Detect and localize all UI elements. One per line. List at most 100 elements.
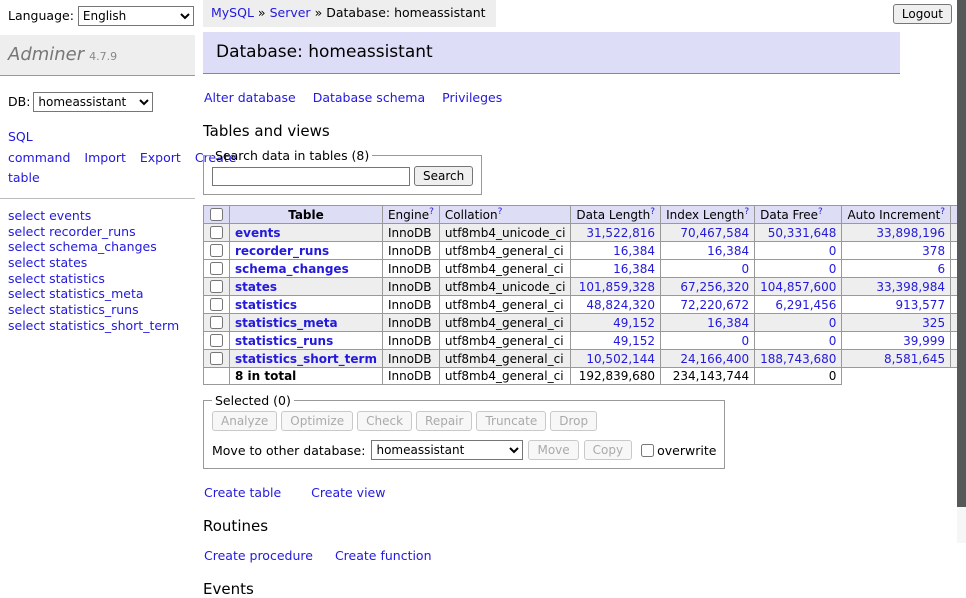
- table-name-link[interactable]: schema_changes: [235, 262, 349, 276]
- table-name-link[interactable]: statistics_runs: [235, 334, 333, 348]
- help-link[interactable]: ?: [429, 207, 434, 217]
- data-free-cell[interactable]: 50,331,648: [755, 224, 842, 242]
- engine-cell: InnoDB: [382, 350, 439, 368]
- sidebar-table-link[interactable]: select statistics_runs: [8, 302, 187, 318]
- table-name-link[interactable]: events: [235, 226, 281, 240]
- auto-increment-cell[interactable]: 33,398,984: [842, 278, 951, 296]
- routine-link[interactable]: Create function: [335, 548, 432, 563]
- data-length-cell[interactable]: 101,859,328: [571, 278, 661, 296]
- selected-action-button[interactable]: Optimize: [281, 411, 353, 431]
- data-free-cell[interactable]: 188,743,680: [755, 350, 842, 368]
- help-link[interactable]: ?: [744, 207, 749, 217]
- data-free-cell[interactable]: 0: [755, 314, 842, 332]
- sidebar-table-link[interactable]: select states: [8, 255, 187, 271]
- index-length-cell[interactable]: 72,220,672: [661, 296, 755, 314]
- selected-action-button[interactable]: Repair: [416, 411, 472, 431]
- auto-increment-cell[interactable]: 39,999: [842, 332, 951, 350]
- selected-action-button[interactable]: Check: [357, 411, 412, 431]
- breadcrumb-server-link[interactable]: Server: [270, 5, 311, 20]
- overwrite-checkbox[interactable]: [641, 444, 654, 457]
- index-length-cell[interactable]: 16,384: [661, 242, 755, 260]
- data-length-cell[interactable]: 16,384: [571, 260, 661, 278]
- logout-button[interactable]: Logout: [893, 4, 952, 24]
- row-checkbox[interactable]: [210, 316, 223, 329]
- overwrite-label: overwrite: [657, 443, 716, 458]
- row-checkbox[interactable]: [210, 262, 223, 275]
- sidebar-table-link[interactable]: select recorder_runs: [8, 224, 187, 240]
- data-length-cell[interactable]: 31,522,816: [571, 224, 661, 242]
- selected-action-buttons: AnalyzeOptimizeCheckRepairTruncateDrop: [212, 411, 716, 431]
- index-length-cell[interactable]: 67,256,320: [661, 278, 755, 296]
- data-free-cell[interactable]: 0: [755, 260, 842, 278]
- database-nav-link[interactable]: Alter database: [204, 90, 296, 105]
- help-link[interactable]: ?: [940, 207, 945, 217]
- search-button[interactable]: Search: [414, 166, 473, 186]
- data-length-cell[interactable]: 48,824,320: [571, 296, 661, 314]
- sidebar-action-link[interactable]: Export: [140, 150, 181, 165]
- create-link[interactable]: Create table: [204, 485, 281, 500]
- data-free-cell[interactable]: 0: [755, 332, 842, 350]
- help-link[interactable]: ?: [650, 207, 655, 217]
- routine-link[interactable]: Create procedure: [204, 548, 313, 563]
- db-select[interactable]: homeassistant: [33, 92, 153, 112]
- sidebar-table-link[interactable]: select schema_changes: [8, 239, 187, 255]
- row-checkbox[interactable]: [210, 298, 223, 311]
- sidebar-table-link[interactable]: select statistics_short_term: [8, 318, 187, 334]
- auto-increment-cell[interactable]: 6: [842, 260, 951, 278]
- data-free-cell[interactable]: 0: [755, 242, 842, 260]
- select-all-checkbox[interactable]: [210, 208, 223, 221]
- create-link[interactable]: Create view: [311, 485, 385, 500]
- sidebar-table-link[interactable]: select events: [8, 208, 187, 224]
- help-link[interactable]: ?: [818, 207, 823, 217]
- vertical-scrollbar[interactable]: [957, 0, 966, 543]
- selected-action-button[interactable]: Truncate: [476, 411, 546, 431]
- row-checkbox[interactable]: [210, 334, 223, 347]
- index-length-cell[interactable]: 70,467,584: [661, 224, 755, 242]
- index-length-cell[interactable]: 0: [661, 260, 755, 278]
- table-name-link[interactable]: recorder_runs: [235, 244, 329, 258]
- database-nav-link[interactable]: Privileges: [442, 90, 502, 105]
- sidebar-action-link[interactable]: SQL command: [8, 129, 70, 165]
- copy-button[interactable]: Copy: [584, 440, 632, 460]
- data-free-cell[interactable]: 104,857,600: [755, 278, 842, 296]
- data-length-cell[interactable]: 10,502,144: [571, 350, 661, 368]
- scrollbar-thumb[interactable]: [957, 0, 966, 507]
- selected-action-button[interactable]: Analyze: [212, 411, 277, 431]
- total-data-free-cell: 0: [755, 368, 842, 385]
- tables-table: TableEngine?Collation?Data Length?Index …: [203, 205, 966, 385]
- search-input[interactable]: [212, 167, 410, 186]
- data-length-cell[interactable]: 49,152: [571, 332, 661, 350]
- index-length-cell[interactable]: 24,166,400: [661, 350, 755, 368]
- auto-increment-cell[interactable]: 33,898,196: [842, 224, 951, 242]
- language-select[interactable]: English: [78, 6, 194, 26]
- data-length-cell[interactable]: 49,152: [571, 314, 661, 332]
- data-free-cell[interactable]: 6,291,456: [755, 296, 842, 314]
- table-name-link[interactable]: statistics_short_term: [235, 352, 377, 366]
- help-link[interactable]: ?: [498, 207, 503, 217]
- table-name-link[interactable]: statistics: [235, 298, 297, 312]
- row-checkbox[interactable]: [210, 352, 223, 365]
- auto-increment-cell[interactable]: 378: [842, 242, 951, 260]
- auto-increment-cell[interactable]: 913,577: [842, 296, 951, 314]
- sidebar-action-link[interactable]: Import: [84, 150, 126, 165]
- index-length-cell[interactable]: 16,384: [661, 314, 755, 332]
- sidebar-table-link[interactable]: select statistics: [8, 271, 187, 287]
- move-button[interactable]: Move: [528, 440, 578, 460]
- auto-increment-cell[interactable]: 8,581,645: [842, 350, 951, 368]
- index-length-cell[interactable]: 0: [661, 332, 755, 350]
- row-checkbox[interactable]: [210, 226, 223, 239]
- collation-cell: utf8mb4_general_ci: [439, 332, 571, 350]
- row-checkbox[interactable]: [210, 244, 223, 257]
- table-name-link[interactable]: states: [235, 280, 277, 294]
- sidebar-table-link[interactable]: select statistics_meta: [8, 286, 187, 302]
- move-db-select[interactable]: homeassistant: [371, 440, 523, 460]
- selected-fieldset: Selected (0) AnalyzeOptimizeCheckRepairT…: [203, 393, 725, 469]
- table-name-link[interactable]: statistics_meta: [235, 316, 338, 330]
- database-nav-link[interactable]: Database schema: [313, 90, 425, 105]
- auto-increment-cell[interactable]: 325: [842, 314, 951, 332]
- breadcrumb-mysql-link[interactable]: MySQL: [211, 5, 254, 20]
- selected-action-button[interactable]: Drop: [550, 411, 597, 431]
- data-length-cell[interactable]: 16,384: [571, 242, 661, 260]
- engine-cell: InnoDB: [382, 296, 439, 314]
- row-checkbox[interactable]: [210, 280, 223, 293]
